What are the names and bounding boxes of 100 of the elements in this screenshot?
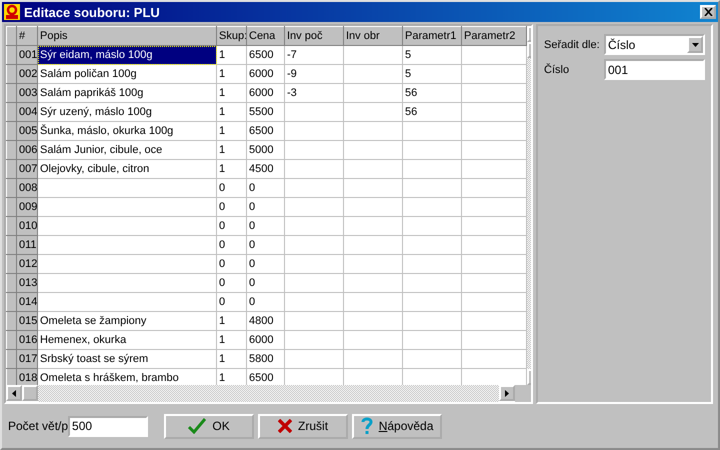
sort-label: Seřadit dle: — [544, 38, 600, 50]
row-indicator[interactable] — [6, 292, 16, 312]
table-cell: 4500 — [246, 160, 284, 178]
table-cell — [344, 102, 402, 122]
scroll-left-button[interactable] — [6, 385, 22, 401]
table-cell: Šunka, máslo, okurka 100g — [38, 122, 216, 140]
column-header[interactable]: Parametr2 — [462, 26, 526, 46]
row-indicator[interactable] — [6, 160, 16, 178]
table-cell: Sýr uzený, máslo 100g — [38, 102, 216, 122]
count-field[interactable]: 500 — [68, 416, 148, 436]
table-cell: 6000 — [246, 84, 284, 102]
table-cell: Srbský toast se sýrem — [38, 350, 216, 368]
table-cell — [402, 254, 462, 274]
table-cell — [284, 216, 344, 236]
table-cell — [344, 84, 402, 102]
row-indicator[interactable] — [6, 274, 16, 292]
table-cell — [402, 178, 462, 198]
table-cell: -9 — [284, 64, 344, 84]
row-number: 011 — [16, 236, 38, 254]
table-cell: Hemenex, okurka — [38, 330, 216, 350]
table-cell: 5800 — [246, 350, 284, 368]
table-cell: Sýr eidam, máslo 100g — [38, 46, 216, 64]
row-indicator[interactable] — [6, 312, 16, 330]
table-cell — [344, 122, 402, 140]
horizontal-scrollbar[interactable] — [6, 385, 531, 402]
column-header[interactable]: Inv obr — [344, 26, 402, 46]
table-cell — [344, 216, 402, 236]
scroll-right-button[interactable] — [499, 385, 515, 401]
table-cell — [284, 312, 344, 330]
table-cell — [402, 160, 462, 178]
table-cell — [284, 254, 344, 274]
table-cell: 1 — [216, 330, 246, 350]
row-number: 015 — [16, 312, 38, 330]
table-cell: -3 — [284, 84, 344, 102]
column-header[interactable]: # — [16, 26, 38, 46]
row-indicator[interactable] — [6, 236, 16, 254]
table-cell: 1 — [216, 122, 246, 140]
table-cell: 6500 — [246, 122, 284, 140]
table-cell — [344, 178, 402, 198]
table-cell — [344, 274, 402, 292]
row-indicator[interactable] — [6, 254, 16, 274]
row-number: 003 — [16, 84, 38, 102]
cancel-button[interactable]: Zrušit — [258, 414, 348, 438]
row-number: 002 — [16, 64, 38, 84]
column-header[interactable]: Popis — [38, 26, 216, 46]
column-header[interactable]: Cena — [246, 26, 284, 46]
table-cell: 6000 — [246, 64, 284, 84]
table-cell: 6500 — [246, 46, 284, 64]
row-indicator[interactable] — [6, 178, 16, 198]
table-cell — [402, 216, 462, 236]
row-indicator[interactable] — [6, 198, 16, 216]
row-indicator[interactable] — [6, 216, 16, 236]
help-button[interactable]: Nápověda — [352, 414, 442, 438]
ok-button[interactable]: OK — [164, 414, 254, 438]
row-number: 010 — [16, 216, 38, 236]
number-field[interactable]: 001 — [604, 59, 705, 80]
table-cell — [344, 312, 402, 330]
row-indicator[interactable] — [6, 330, 16, 350]
table-cell: 6000 — [246, 330, 284, 350]
row-number: 013 — [16, 274, 38, 292]
close-button[interactable] — [700, 5, 716, 19]
table-cell — [402, 140, 462, 160]
table-cell — [344, 46, 402, 64]
table-cell — [284, 122, 344, 140]
scroll-thumb[interactable] — [22, 385, 38, 401]
table-cell — [344, 64, 402, 84]
table-cell: 56 — [402, 102, 462, 122]
row-indicator[interactable] — [6, 368, 16, 385]
table-cell — [344, 140, 402, 160]
row-indicator[interactable] — [6, 64, 16, 84]
row-indicator[interactable] — [6, 140, 16, 160]
count-label: Počet vět/p — [8, 419, 68, 433]
table-cell — [344, 254, 402, 274]
table-cell: Omeleta se žampiony — [38, 312, 216, 330]
row-indicator[interactable] — [6, 122, 16, 140]
table-cell: -7 — [284, 46, 344, 64]
column-header[interactable]: Parametr1 — [402, 26, 462, 46]
dropdown-button[interactable] — [687, 36, 703, 53]
sort-dropdown[interactable]: Číslo — [604, 34, 705, 55]
table-cell: 0 — [216, 178, 246, 198]
down-arrow-icon — [692, 42, 698, 46]
table-cell — [344, 292, 402, 312]
row-indicator[interactable] — [6, 350, 16, 368]
table-cell: 0 — [216, 292, 246, 312]
table-cell — [402, 274, 462, 292]
table-cell — [344, 350, 402, 368]
table-cell: Olejovky, cibule, citron — [38, 160, 216, 178]
table-cell — [344, 198, 402, 216]
table-cell — [344, 236, 402, 254]
table-cell — [402, 198, 462, 216]
table-cell — [284, 274, 344, 292]
table-cell: 0 — [246, 254, 284, 274]
row-indicator[interactable] — [6, 46, 16, 64]
table-cell: 0 — [216, 216, 246, 236]
column-header[interactable]: Inv poč — [284, 26, 344, 46]
table-cell — [284, 330, 344, 350]
row-indicator[interactable] — [6, 84, 16, 102]
row-indicator[interactable] — [6, 102, 16, 122]
table-cell — [402, 122, 462, 140]
row-number: 001 — [16, 46, 38, 64]
